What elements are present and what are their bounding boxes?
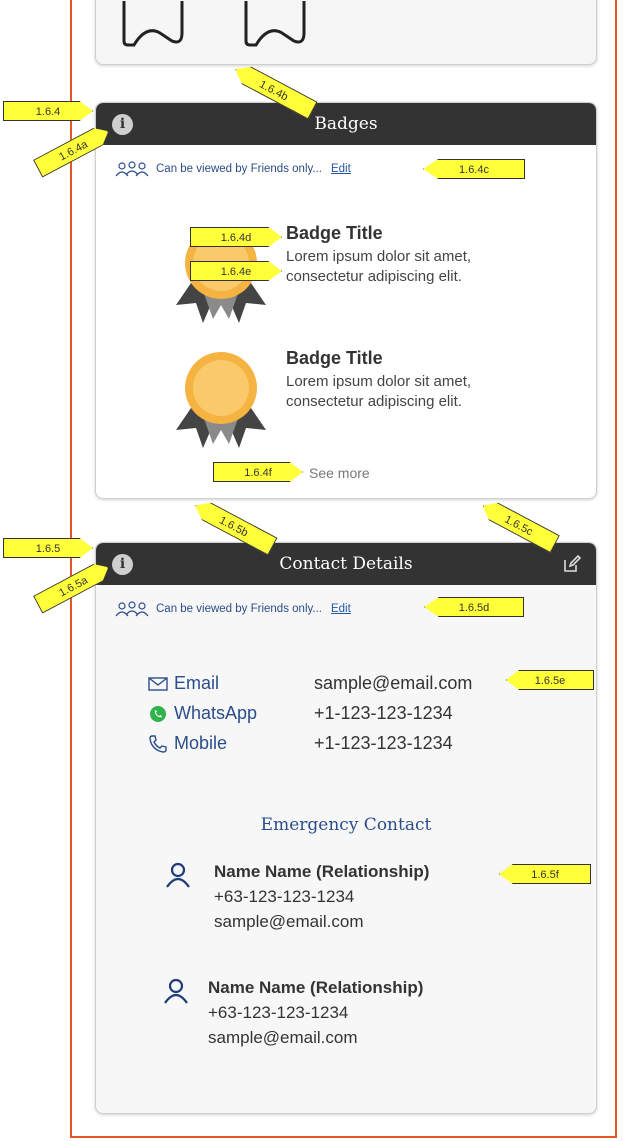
person-icon [164,978,188,1004]
badge-item[interactable]: Badge Title Lorem ipsum dolor sit amet, … [171,348,551,458]
annotation-callout: 1.6.4d [190,227,282,247]
friends-icon [115,601,149,617]
contact-label: WhatsApp [174,703,258,723]
privacy-edit-link[interactable]: Edit [331,163,351,175]
see-more-link[interactable]: See more [309,465,370,481]
person-icon [166,862,190,888]
badge-title: Badge Title [286,223,383,243]
medal-icon [176,352,266,448]
mobile-value[interactable]: +1-123-123-1234 [314,733,453,754]
contact-label: Email [174,673,220,693]
phone-icon [149,734,167,753]
annotation-callout: 1.6.4 [3,101,93,121]
email-value[interactable]: sample@email.com [314,673,472,694]
emergency-phone[interactable]: +63-123-123-1234 [208,1000,423,1025]
contact-title: Contact Details [279,554,413,574]
contact-label: Mobile [174,733,228,753]
privacy-text: Can be viewed by Friends only... [156,603,322,615]
badge-description: Lorem ipsum dolor sit amet, consectetur … [286,248,472,285]
privacy-edit-link[interactable]: Edit [331,603,351,615]
badges-header: i Badges [96,103,596,145]
annotation-callout: 1.6.5 [3,538,93,558]
badges-privacy: Can be viewed by Friends only... Edit [114,161,351,177]
annotation-callout: 1.6.4e [190,261,282,281]
annotation-callout: 1.6.5f [499,864,591,884]
contact-row-email: Email [148,673,219,694]
contact-row-whatsapp: WhatsApp [148,703,257,724]
badges-title: Badges [314,114,378,134]
contact-header: i Contact Details [96,543,596,585]
privacy-text: Can be viewed by Friends only... [156,163,322,175]
mail-icon [148,676,168,691]
annotation-callout: 1.6.5e [506,670,594,690]
whatsapp-value[interactable]: +1-123-123-1234 [314,703,453,724]
badge-title: Badge Title [286,348,383,368]
badge-description: Lorem ipsum dolor sit amet, consectetur … [286,373,472,410]
contact-privacy: Can be viewed by Friends only... Edit [114,601,351,617]
emergency-name: Name Name (Relationship) [208,978,424,997]
annotation-callout: 1.6.5d [424,597,524,617]
contact-row-mobile: Mobile [148,733,227,754]
emergency-email[interactable]: sample@email.com [208,1025,423,1050]
annotation-callout: 1.6.4f [213,462,303,482]
whatsapp-icon [150,705,166,722]
emergency-contact-title: Emergency Contact [260,815,432,835]
partial-image-icon [122,1,306,47]
friends-icon [115,161,149,177]
emergency-email[interactable]: sample@email.com [214,909,429,934]
emergency-name: Name Name (Relationship) [214,862,430,881]
edit-icon[interactable] [562,554,582,574]
annotation-callout: 1.6.4c [423,159,525,179]
emergency-phone[interactable]: +63-123-123-1234 [214,884,429,909]
previous-card [95,0,597,65]
contact-details-card: i Contact Details Can be viewed by Frien… [95,542,597,1114]
